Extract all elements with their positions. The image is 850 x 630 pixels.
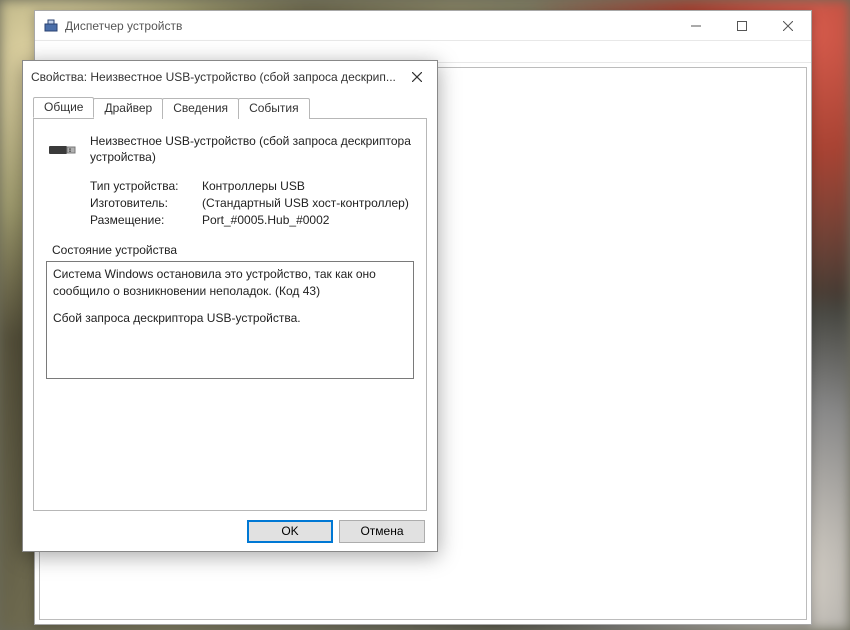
dialog-title: Свойства: Неизвестное USB-устройство (сб… [31,70,397,84]
tab-общие[interactable]: Общие [33,97,94,118]
tab-сведения[interactable]: Сведения [162,98,239,119]
device-status-textbox[interactable]: Система Windows остановила это устройств… [46,261,414,379]
device-name: Неизвестное USB-устройство (сбой запроса… [90,133,414,165]
tab-драйвер[interactable]: Драйвер [93,98,163,119]
status-line-1: Система Windows остановила это устройств… [53,266,407,300]
dialog-titlebar: Свойства: Неизвестное USB-устройство (сб… [23,61,437,93]
maximize-button[interactable] [719,11,765,41]
main-titlebar: Диспетчер устройств [35,11,811,41]
usb-device-icon [46,133,78,165]
device-type-label: Тип устройства: [90,179,202,193]
minimize-button[interactable] [673,11,719,41]
tab-general-page: Неизвестное USB-устройство (сбой запроса… [33,119,427,511]
device-status-group-label: Состояние устройства [52,243,414,257]
close-button[interactable] [765,11,811,41]
manufacturer-label: Изготовитель: [90,196,202,210]
ok-button[interactable]: OK [247,520,333,543]
dialog-close-button[interactable] [397,61,437,93]
cancel-button[interactable]: Отмена [339,520,425,543]
device-type-value: Контроллеры USB [202,179,305,193]
tab-события[interactable]: События [238,98,310,119]
properties-dialog: Свойства: Неизвестное USB-устройство (сб… [22,60,438,552]
location-label: Размещение: [90,213,202,227]
dialog-tabs: ОбщиеДрайверСведенияСобытия [33,97,427,119]
status-line-2: Сбой запроса дескриптора USB-устройства. [53,310,407,327]
app-icon [43,18,59,34]
main-window-title: Диспетчер устройств [65,19,673,33]
manufacturer-value: (Стандартный USB хост-контроллер) [202,196,409,210]
location-value: Port_#0005.Hub_#0002 [202,213,329,227]
